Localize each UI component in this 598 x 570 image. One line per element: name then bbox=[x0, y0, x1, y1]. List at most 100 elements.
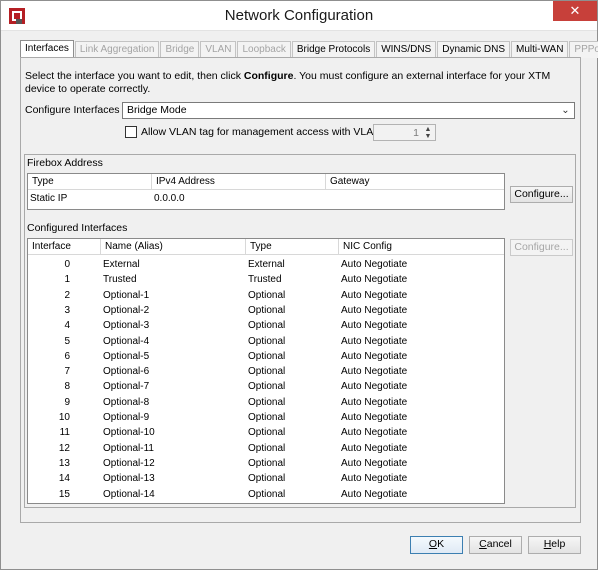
table-cell: Optional bbox=[248, 412, 286, 423]
column-header[interactable]: Gateway bbox=[326, 174, 504, 190]
cancel-button[interactable]: Cancel bbox=[469, 536, 522, 554]
table-cell: Auto Negotiate bbox=[341, 289, 408, 301]
table-cell: Auto Negotiate bbox=[341, 396, 408, 408]
interface-row[interactable]: 14 Optional-13 Optional Auto Negotiate bbox=[28, 471, 504, 486]
table-cell: Trusted bbox=[103, 274, 137, 286]
interface-row[interactable]: 1 Trusted Trusted Auto Negotiate bbox=[28, 272, 504, 287]
table-cell: 0.0.0.0 bbox=[154, 193, 185, 204]
table-cell: 12 bbox=[58, 442, 70, 454]
firebox-address-row[interactable]: Static IP 0.0.0.0 bbox=[28, 191, 504, 206]
interface-row[interactable]: 0 External External Auto Negotiate bbox=[28, 257, 504, 272]
table-cell: 5 bbox=[64, 335, 70, 347]
tab-dynamic-dns[interactable]: Dynamic DNS bbox=[437, 41, 511, 58]
table-cell: 7 bbox=[64, 366, 70, 378]
vlan-id-spinner[interactable]: 1 ▲ ▼ bbox=[373, 124, 436, 141]
table-cell: Optional bbox=[248, 289, 286, 301]
table-cell: Optional bbox=[248, 304, 286, 316]
table-cell: Optional bbox=[248, 442, 286, 454]
table-cell: Optional-2 bbox=[103, 304, 150, 316]
table-cell: Auto Negotiate bbox=[341, 442, 408, 454]
tab-bridge[interactable]: Bridge bbox=[160, 41, 200, 58]
title-bar[interactable]: Network Configuration ✕ bbox=[1, 1, 597, 31]
help-button[interactable]: Help bbox=[528, 536, 581, 554]
interface-row[interactable]: 4 Optional-3 Optional Auto Negotiate bbox=[28, 318, 504, 333]
table-cell: Auto Negotiate bbox=[341, 335, 408, 347]
interface-row[interactable]: 9 Optional-8 Optional Auto Negotiate bbox=[28, 395, 504, 410]
tab-interfaces[interactable]: Interfaces bbox=[20, 40, 74, 58]
column-header[interactable]: Type bbox=[28, 174, 152, 190]
column-header[interactable]: Name (Alias) bbox=[101, 239, 246, 255]
interface-row[interactable]: 5 Optional-4 Optional Auto Negotiate bbox=[28, 334, 504, 349]
table-cell: 9 bbox=[64, 396, 70, 408]
table-cell: Optional bbox=[248, 381, 286, 393]
column-header[interactable]: Type bbox=[246, 239, 339, 255]
firebox-configure-button[interactable]: Configure... bbox=[510, 186, 573, 203]
firebox-address-header: Type IPv4 Address Gateway bbox=[28, 174, 504, 190]
table-cell: 1 bbox=[64, 274, 70, 286]
table-cell: Optional-12 bbox=[103, 457, 155, 469]
address-interfaces-group: Firebox Address Type IPv4 Address Gateway … bbox=[24, 154, 576, 508]
instructions-text: Select the interface you want to edit, t… bbox=[25, 70, 551, 95]
vlan-tag-checkbox[interactable] bbox=[125, 126, 137, 138]
ok-button[interactable]: OK bbox=[410, 536, 463, 554]
interfaces-tab-panel: Select the interface you want to edit, t… bbox=[20, 57, 581, 523]
table-cell: Optional bbox=[248, 320, 286, 332]
spinner-down-icon[interactable]: ▼ bbox=[422, 133, 434, 140]
tab-bridge-protocols[interactable]: Bridge Protocols bbox=[291, 41, 376, 58]
table-cell: Optional bbox=[248, 396, 286, 408]
chevron-down-icon[interactable]: ⌄ bbox=[559, 104, 572, 117]
table-cell: 14 bbox=[58, 473, 70, 485]
column-header[interactable]: NIC Config bbox=[339, 239, 504, 255]
table-cell: Optional bbox=[248, 335, 286, 347]
table-cell: Auto Negotiate bbox=[341, 457, 408, 469]
configure-mode-value: Bridge Mode bbox=[127, 104, 187, 116]
column-header[interactable]: IPv4 Address bbox=[152, 174, 326, 190]
table-cell: Auto Negotiate bbox=[341, 488, 408, 500]
interface-row[interactable]: 3 Optional-2 Optional Auto Negotiate bbox=[28, 303, 504, 318]
tab-vlan[interactable]: VLAN bbox=[200, 41, 237, 58]
interface-row[interactable]: 6 Optional-5 Optional Auto Negotiate bbox=[28, 349, 504, 364]
table-cell: Optional-7 bbox=[103, 381, 150, 393]
table-cell: Optional-8 bbox=[103, 396, 150, 408]
table-cell: Optional bbox=[248, 350, 286, 362]
tab-multi-wan[interactable]: Multi-WAN bbox=[511, 41, 569, 58]
table-cell: Auto Negotiate bbox=[341, 427, 408, 439]
table-cell: Auto Negotiate bbox=[341, 366, 408, 378]
interface-row[interactable]: 8 Optional-7 Optional Auto Negotiate bbox=[28, 379, 504, 394]
firebox-address-table: Type IPv4 Address Gateway Static IP 0.0.0.0 bbox=[27, 173, 505, 210]
tab-strip: Interfaces Link Aggregation Bridge VLAN Loop… bbox=[20, 40, 598, 58]
table-cell: Optional bbox=[248, 488, 286, 500]
configured-interfaces-table: Interface Name (Alias) Type NIC Config 0 Ext… bbox=[27, 238, 505, 504]
tab-pppoe[interactable]: PPPoE bbox=[569, 41, 598, 58]
close-icon[interactable]: ✕ bbox=[553, 1, 597, 21]
configure-mode-select[interactable]: Bridge Mode ⌄ bbox=[122, 102, 575, 119]
tab-wins-dns[interactable]: WINS/DNS bbox=[376, 41, 437, 58]
interface-configure-button[interactable]: Configure... bbox=[510, 239, 573, 256]
interface-row[interactable]: 13 Optional-12 Optional Auto Negotiate bbox=[28, 456, 504, 471]
table-cell: Auto Negotiate bbox=[341, 473, 408, 485]
interface-row[interactable]: 12 Optional-11 Optional Auto Negotiate bbox=[28, 441, 504, 456]
column-header[interactable]: Interface bbox=[28, 239, 101, 255]
tab-link-aggregation[interactable]: Link Aggregation bbox=[74, 41, 160, 58]
table-cell: 6 bbox=[64, 350, 70, 362]
table-cell: Auto Negotiate bbox=[341, 274, 408, 286]
window-title: Network Configuration bbox=[224, 7, 374, 24]
interface-row[interactable]: 2 Optional-1 Optional Auto Negotiate bbox=[28, 288, 504, 303]
firebox-address-title: Firebox Address bbox=[27, 157, 103, 169]
table-cell: Optional-13 bbox=[103, 473, 155, 485]
interface-row[interactable]: 11 Optional-10 Optional Auto Negotiate bbox=[28, 425, 504, 440]
table-cell: Optional-9 bbox=[103, 412, 150, 423]
table-cell: Optional-6 bbox=[103, 366, 150, 378]
table-cell: Trusted bbox=[248, 274, 282, 286]
table-cell: Optional-1 bbox=[103, 289, 150, 301]
spinner-up-icon[interactable]: ▲ bbox=[422, 126, 434, 133]
interface-row[interactable]: 15 Optional-14 Optional Auto Negotiate bbox=[28, 487, 504, 502]
table-cell: Optional-4 bbox=[103, 335, 150, 347]
table-cell: Auto Negotiate bbox=[341, 304, 408, 316]
table-cell: Static IP bbox=[30, 193, 68, 204]
table-cell: 15 bbox=[58, 488, 70, 500]
interface-row[interactable]: 10 Optional-9 Optional Auto Negotiate bbox=[28, 410, 504, 425]
tab-loopback[interactable]: Loopback bbox=[237, 41, 291, 58]
interface-row[interactable]: 7 Optional-6 Optional Auto Negotiate bbox=[28, 364, 504, 379]
table-cell: Optional-10 bbox=[103, 427, 155, 439]
